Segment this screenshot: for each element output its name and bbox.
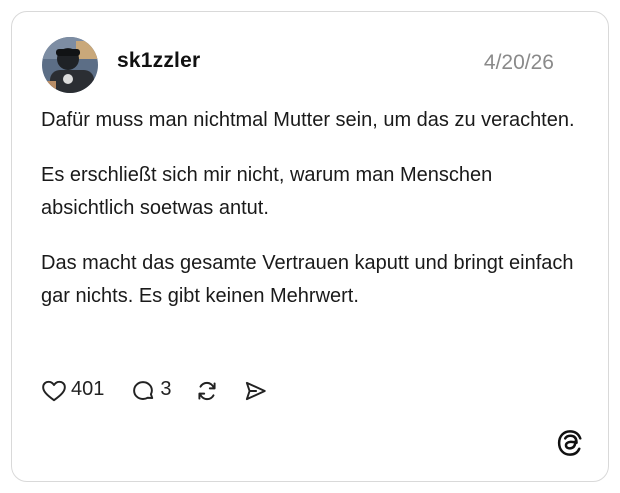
threads-logo-icon [555, 428, 585, 458]
post-paragraph: Es erschließt sich mir nicht, warum man … [41, 164, 493, 219]
send-icon [245, 381, 266, 401]
avatar[interactable] [42, 37, 98, 93]
reply-button[interactable]: 3 [130, 377, 172, 404]
like-count: 401 [71, 377, 105, 400]
repost-button[interactable] [194, 378, 220, 404]
avatar-image [42, 37, 98, 93]
heart-icon [42, 380, 66, 402]
like-button[interactable]: 401 [41, 378, 104, 404]
repost-icon [197, 381, 216, 401]
action-bar: 401 3 [41, 375, 268, 407]
share-button[interactable] [242, 378, 268, 404]
post-date: 4/20/26 [483, 51, 554, 74]
post-card: sk1zzler 4/20/26 Dafür muss man nichtmal… [11, 11, 609, 482]
reply-count: 3 [160, 377, 172, 400]
post-paragraph: Das macht das gesamte Vertrauen kaputt u… [41, 252, 574, 307]
speech-bubble-icon [133, 381, 154, 400]
post-paragraph: Dafür muss man nichtmal Mutter sein, um … [41, 109, 575, 131]
username[interactable]: sk1zzler [117, 49, 200, 73]
post-body: Dafür muss man nichtmal Mutter sein, um … [41, 104, 581, 335]
